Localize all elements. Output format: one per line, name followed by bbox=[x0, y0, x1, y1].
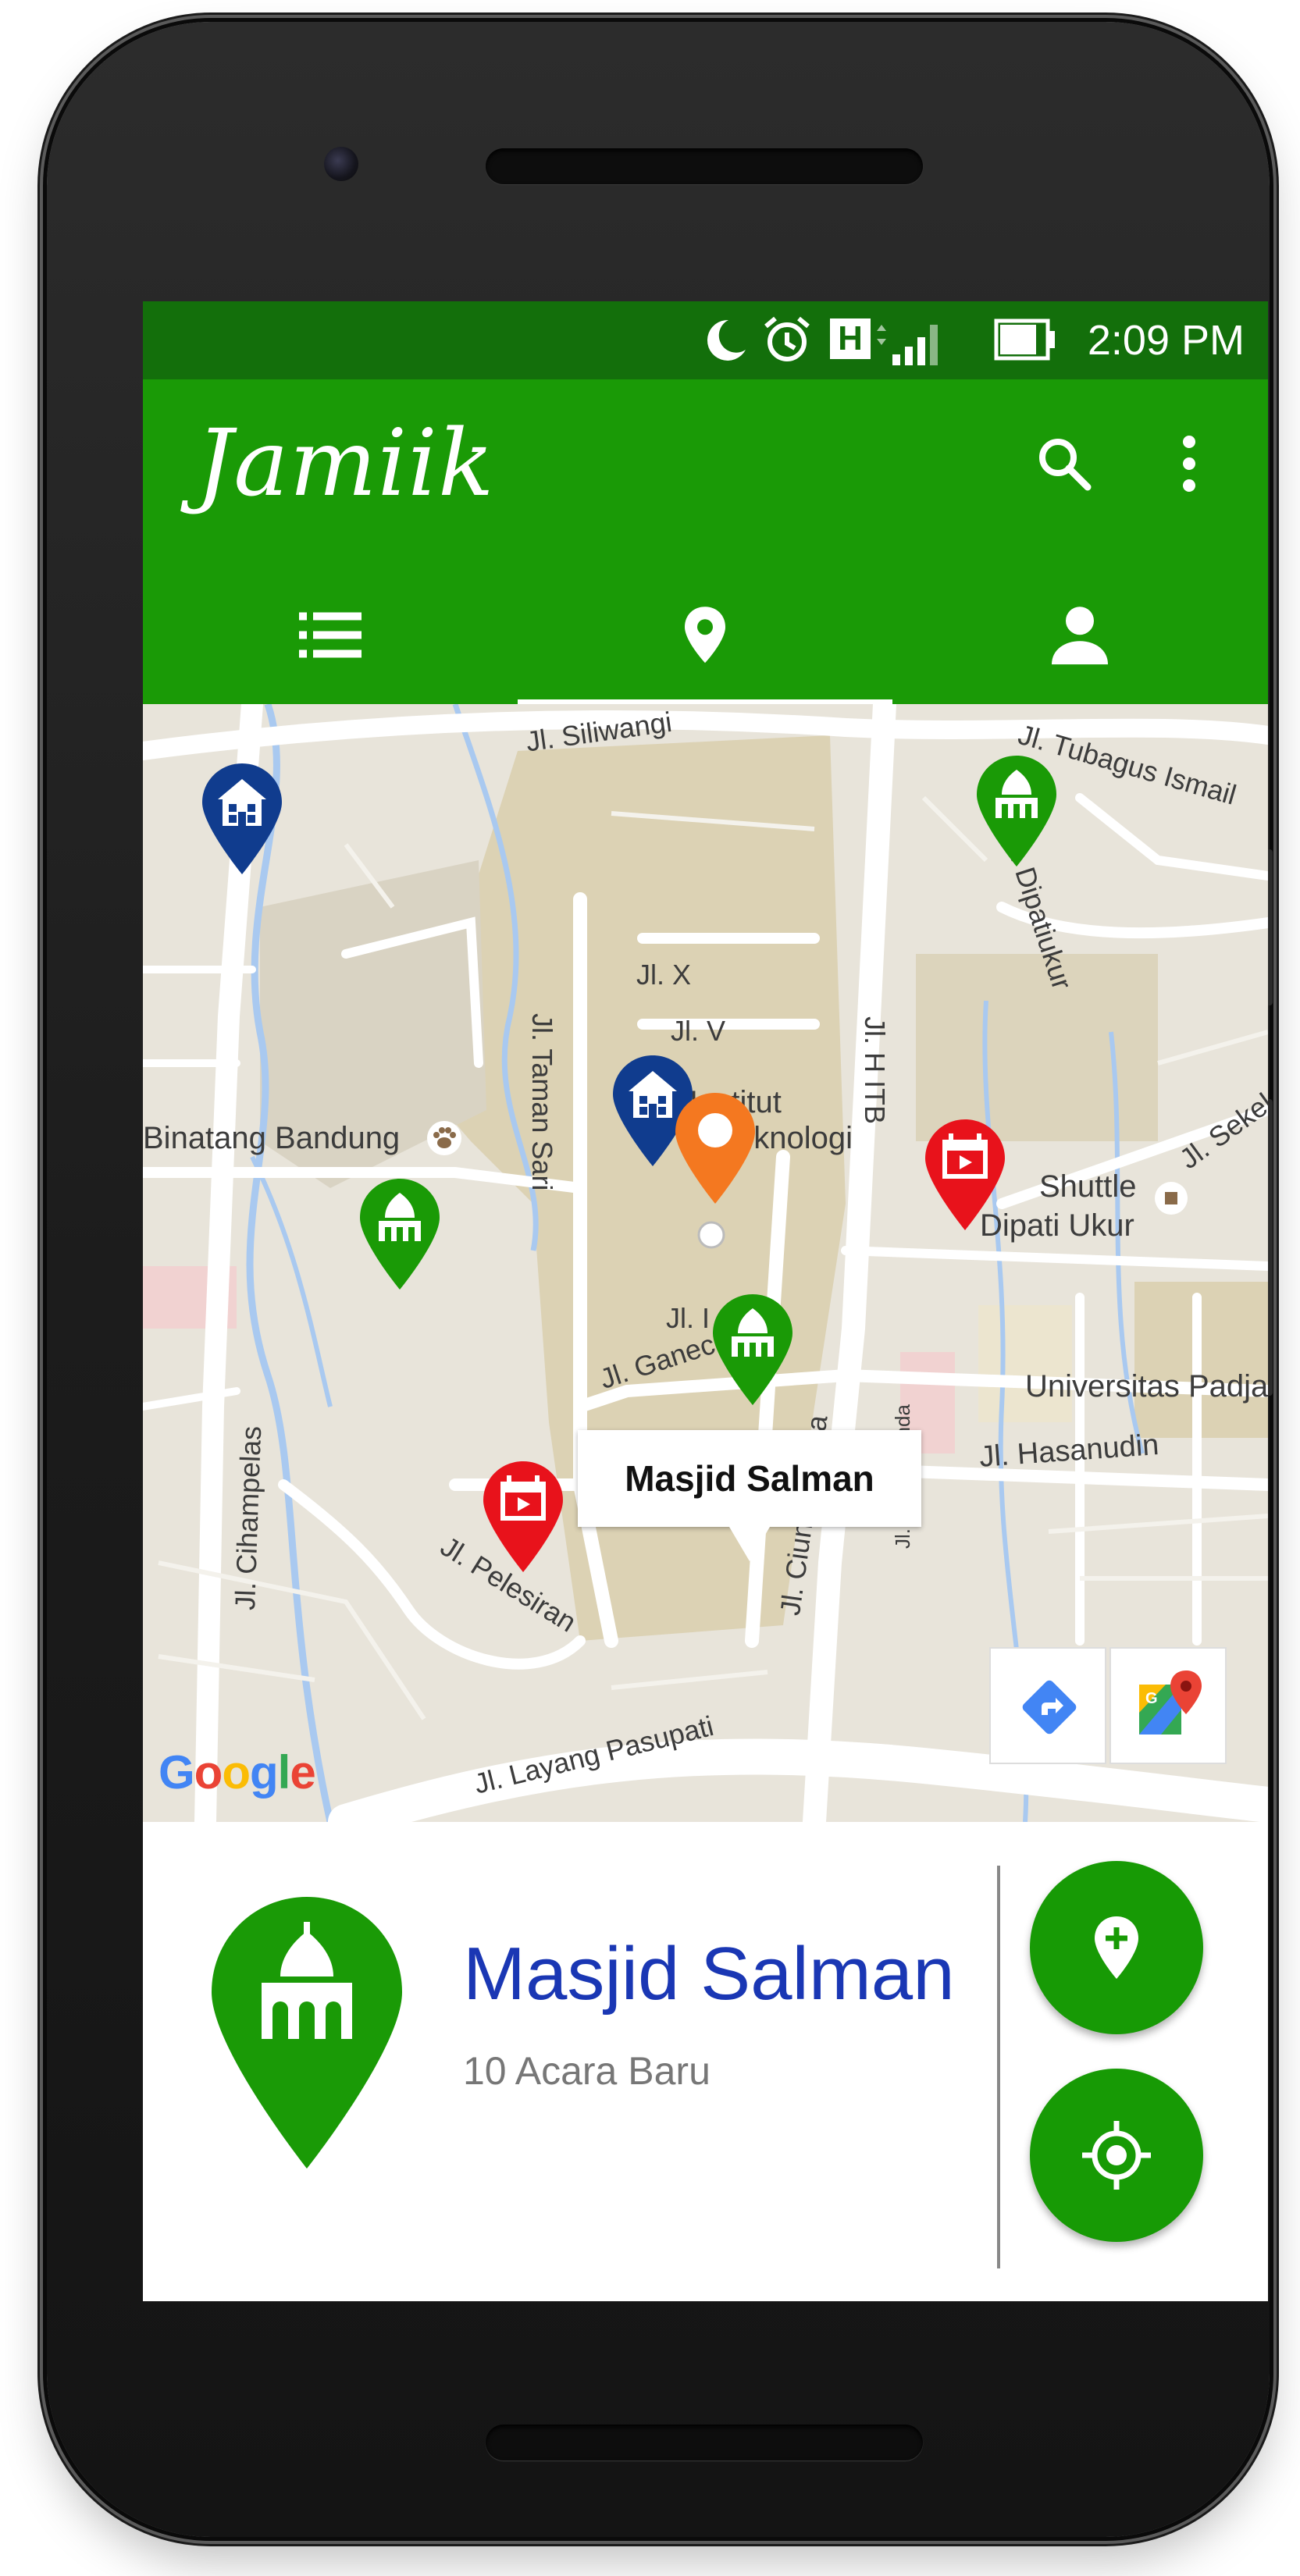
status-bar: H 2:09 PM bbox=[143, 301, 1268, 379]
add-location-icon bbox=[1095, 1916, 1138, 1979]
moon-icon bbox=[707, 319, 746, 361]
panel-divider bbox=[997, 1866, 1000, 2268]
poi-label: Universitas Padja bbox=[1025, 1369, 1268, 1404]
poi-label: Shuttle bbox=[1039, 1169, 1137, 1204]
search-icon[interactable] bbox=[1033, 432, 1095, 495]
poi-label: Binatang Bandung bbox=[143, 1121, 401, 1155]
event-marker-icon[interactable] bbox=[922, 1116, 1008, 1233]
alarm-icon bbox=[764, 316, 810, 361]
road-label: Jl. H ITB bbox=[859, 1016, 891, 1125]
my-location-button[interactable] bbox=[1030, 2069, 1203, 2242]
event-marker-icon[interactable] bbox=[480, 1458, 566, 1575]
place-name: Masjid Salman bbox=[463, 1932, 955, 2016]
map-info-window[interactable]: Masjid Salman bbox=[578, 1430, 921, 1561]
selected-place-panel[interactable]: Masjid Salman 10 Acara Baru bbox=[143, 1822, 1268, 2301]
person-icon bbox=[1052, 607, 1108, 665]
place-event-count: 10 Acara Baru bbox=[463, 2049, 711, 2093]
map-pin-icon bbox=[685, 607, 725, 664]
road-label: Jl. Cihampelas bbox=[229, 1425, 268, 1611]
app-logo: Jamiik bbox=[196, 409, 495, 517]
orange-marker-icon[interactable] bbox=[672, 1090, 758, 1207]
user-location-marker-icon bbox=[697, 1221, 725, 1249]
battery-icon bbox=[994, 318, 1055, 361]
road-label: Jl. X bbox=[636, 959, 692, 991]
road-label: Jl. Taman Sari bbox=[526, 1013, 558, 1191]
mosque-marker-icon[interactable] bbox=[357, 1176, 443, 1293]
tab-map[interactable] bbox=[518, 571, 892, 704]
more-vert-icon[interactable] bbox=[1158, 432, 1220, 495]
mosque-marker-icon[interactable] bbox=[710, 1291, 796, 1408]
top-speaker bbox=[486, 148, 923, 184]
road-label: Jl. V bbox=[671, 1015, 726, 1047]
list-icon bbox=[299, 612, 362, 658]
phone-frame: H 2:09 PM Jamiik Jl. Siliwangi Jl. Tubag… bbox=[47, 22, 1273, 2537]
tab-bar bbox=[143, 571, 1268, 706]
signal-icon bbox=[877, 325, 938, 365]
bottom-speaker bbox=[486, 2425, 923, 2460]
front-camera bbox=[324, 147, 358, 181]
app-bar: Jamiik bbox=[143, 379, 1268, 706]
network-h-icon: H bbox=[830, 318, 871, 359]
mosque-marker-icon[interactable] bbox=[974, 753, 1060, 870]
open-in-maps-button[interactable]: G bbox=[1109, 1647, 1227, 1764]
poi-dot-icon bbox=[1155, 1182, 1188, 1215]
screen: H 2:09 PM Jamiik Jl. Siliwangi Jl. Tubag… bbox=[143, 301, 1268, 2301]
status-time: 2:09 PM bbox=[1087, 317, 1245, 364]
tab-profile[interactable] bbox=[892, 571, 1267, 704]
paw-icon bbox=[427, 1121, 461, 1155]
directions-button[interactable] bbox=[989, 1647, 1106, 1764]
svg-text:G: G bbox=[1145, 1690, 1158, 1707]
my-location-icon bbox=[1082, 2121, 1151, 2190]
google-maps-icon: G bbox=[1139, 1670, 1202, 1735]
map-view[interactable]: Jl. Siliwangi Jl. Tubagus Ismail Jl. Dip… bbox=[143, 704, 1268, 1822]
google-attribution: Google bbox=[158, 1746, 316, 1799]
add-location-button[interactable] bbox=[1030, 1861, 1203, 2034]
mosque-marker-icon bbox=[212, 1897, 402, 2169]
info-window-title: Masjid Salman bbox=[625, 1458, 874, 1499]
tab-list[interactable] bbox=[143, 571, 518, 704]
school-marker-icon[interactable] bbox=[199, 760, 285, 877]
directions-icon bbox=[1022, 1680, 1077, 1735]
